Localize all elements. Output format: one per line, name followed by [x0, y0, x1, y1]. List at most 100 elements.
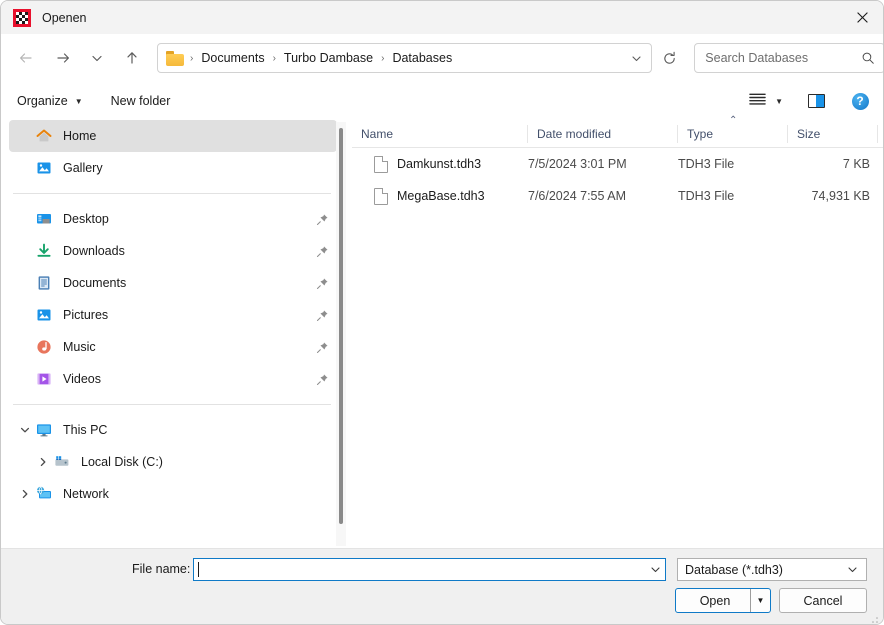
- new-folder-button[interactable]: New folder: [103, 87, 179, 115]
- organize-button[interactable]: Organize ▼: [9, 87, 91, 115]
- cancel-button[interactable]: Cancel: [779, 588, 867, 613]
- videos-icon: [35, 370, 53, 388]
- open-dropdown-caret-icon[interactable]: ▼: [750, 589, 770, 612]
- refresh-icon[interactable]: [654, 43, 685, 73]
- up-one-level-icon[interactable]: [117, 42, 148, 74]
- documents-icon: [35, 274, 53, 292]
- open-button-label: Open: [699, 593, 731, 608]
- resize-grip[interactable]: [869, 611, 879, 623]
- network-icon: [35, 485, 53, 503]
- table-row[interactable]: MegaBase.tdh3 7/6/2024 7:55 AM TDH3 File…: [352, 180, 883, 212]
- window-title: Openen: [42, 10, 87, 25]
- pin-icon[interactable]: [316, 299, 329, 331]
- chevron-down-icon[interactable]: [17, 414, 33, 446]
- downloads-icon: [35, 242, 53, 260]
- recent-locations-chevron-down-icon[interactable]: [82, 42, 113, 74]
- file-name-input[interactable]: [193, 558, 666, 581]
- cell-name: Damkunst.tdh3: [352, 155, 528, 173]
- cell-date-modified: 7/5/2024 3:01 PM: [528, 157, 627, 171]
- help-icon[interactable]: ?: [845, 87, 875, 115]
- search-placeholder: Search Databases: [705, 51, 809, 65]
- checkered-flag-icon: [13, 8, 31, 27]
- sidebar-item-downloads[interactable]: Downloads: [9, 235, 337, 267]
- breadcrumb-item-turbo-dambase[interactable]: Turbo Dambase: [282, 51, 375, 65]
- column-header-size[interactable]: Size: [788, 120, 878, 148]
- sidebar-item-documents[interactable]: Documents: [9, 267, 337, 299]
- column-header-label: Date modified: [537, 126, 612, 141]
- pin-icon[interactable]: [316, 363, 329, 395]
- breadcrumb-separator: ›: [381, 52, 385, 64]
- sidebar-scrollbar-thumb[interactable]: [339, 128, 343, 524]
- navigation-pane: Home Gallery Desktop Downloads Documents…: [1, 120, 349, 548]
- sidebar-item-home[interactable]: Home: [9, 120, 337, 152]
- cell-size: 74,931 KB: [811, 189, 870, 203]
- breadcrumb-separator: ›: [190, 52, 194, 64]
- cell-type: TDH3 File: [678, 189, 735, 203]
- preview-pane-icon[interactable]: [801, 87, 831, 115]
- gallery-icon: [35, 159, 53, 177]
- pictures-icon: [35, 306, 53, 324]
- column-headers: Name Date modified Type Size ⌃: [352, 116, 883, 148]
- column-header-label: Size: [797, 126, 821, 141]
- chevron-down-icon[interactable]: [846, 559, 859, 580]
- sidebar-item-label: Desktop: [63, 212, 109, 226]
- view-options-button[interactable]: ▼: [745, 87, 787, 115]
- pin-icon[interactable]: [316, 267, 329, 299]
- this-pc-icon: [35, 421, 53, 439]
- help-label: ?: [851, 92, 869, 110]
- column-header-name[interactable]: Name: [352, 120, 528, 148]
- file-name: Damkunst.tdh3: [397, 157, 482, 171]
- sidebar-scrollbar[interactable]: [336, 122, 346, 546]
- local-disk-icon: [53, 453, 71, 471]
- file-name: MegaBase.tdh3: [397, 189, 485, 203]
- pin-icon[interactable]: [316, 331, 329, 363]
- sidebar-divider: [13, 193, 331, 194]
- file-type-select[interactable]: Database (*.tdh3): [677, 558, 867, 581]
- open-button[interactable]: Open ▼: [675, 588, 771, 613]
- sort-ascending-icon: ⌃: [729, 115, 738, 126]
- search-input[interactable]: Search Databases: [694, 43, 883, 73]
- column-header-label: Name: [361, 126, 394, 141]
- sidebar-item-label: This PC: [63, 423, 108, 437]
- chevron-right-icon[interactable]: [17, 478, 33, 510]
- pin-icon[interactable]: [316, 203, 329, 235]
- sidebar-item-label: Network: [63, 487, 109, 501]
- sidebar-item-gallery[interactable]: Gallery: [9, 152, 337, 184]
- music-icon: [35, 338, 53, 356]
- forward-icon[interactable]: [48, 42, 79, 74]
- folder-icon: [166, 50, 184, 66]
- cell-type: TDH3 File: [678, 157, 735, 171]
- sidebar-item-network[interactable]: Network: [9, 478, 337, 510]
- column-header-label: Type: [687, 126, 714, 141]
- pin-icon[interactable]: [316, 235, 329, 267]
- sidebar-item-label: Gallery: [63, 161, 103, 175]
- file-icon: [374, 187, 388, 205]
- sidebar-item-label: Pictures: [63, 308, 109, 322]
- sidebar-item-videos[interactable]: Videos: [9, 363, 337, 395]
- sidebar-item-pictures[interactable]: Pictures: [9, 299, 337, 331]
- sidebar-item-label: Home: [63, 129, 97, 143]
- close-icon[interactable]: [839, 1, 883, 33]
- back-icon[interactable]: [11, 42, 42, 74]
- navigation-bar: › Documents › Turbo Dambase › Databases …: [1, 34, 883, 82]
- cell-size: 7 KB: [842, 157, 870, 171]
- address-bar[interactable]: › Documents › Turbo Dambase › Databases: [157, 43, 652, 73]
- column-header-date-modified[interactable]: Date modified: [528, 120, 678, 148]
- cell-name: MegaBase.tdh3: [352, 187, 528, 205]
- breadcrumb-item-databases[interactable]: Databases: [390, 51, 454, 65]
- sidebar-item-music[interactable]: Music: [9, 331, 337, 363]
- table-row[interactable]: Damkunst.tdh3 7/5/2024 3:01 PM TDH3 File…: [352, 148, 883, 180]
- breadcrumb-item-documents[interactable]: Documents: [199, 51, 266, 65]
- dialog-body: Home Gallery Desktop Downloads Documents…: [1, 116, 883, 548]
- search-icon: [861, 44, 875, 72]
- chevron-right-icon[interactable]: [35, 446, 51, 478]
- address-chevron-down-icon[interactable]: [630, 44, 643, 72]
- sidebar-item-this-pc[interactable]: This PC: [9, 414, 337, 446]
- sidebar-item-desktop[interactable]: Desktop: [9, 203, 337, 235]
- desktop-icon: [35, 210, 53, 228]
- sidebar-item-label: Music: [63, 340, 96, 354]
- sidebar-item-local-disk-c[interactable]: Local Disk (C:): [9, 446, 337, 478]
- text-cursor: [198, 562, 199, 577]
- file-name-chevron-down-icon[interactable]: [649, 559, 662, 580]
- sidebar-item-label: Downloads: [63, 244, 125, 258]
